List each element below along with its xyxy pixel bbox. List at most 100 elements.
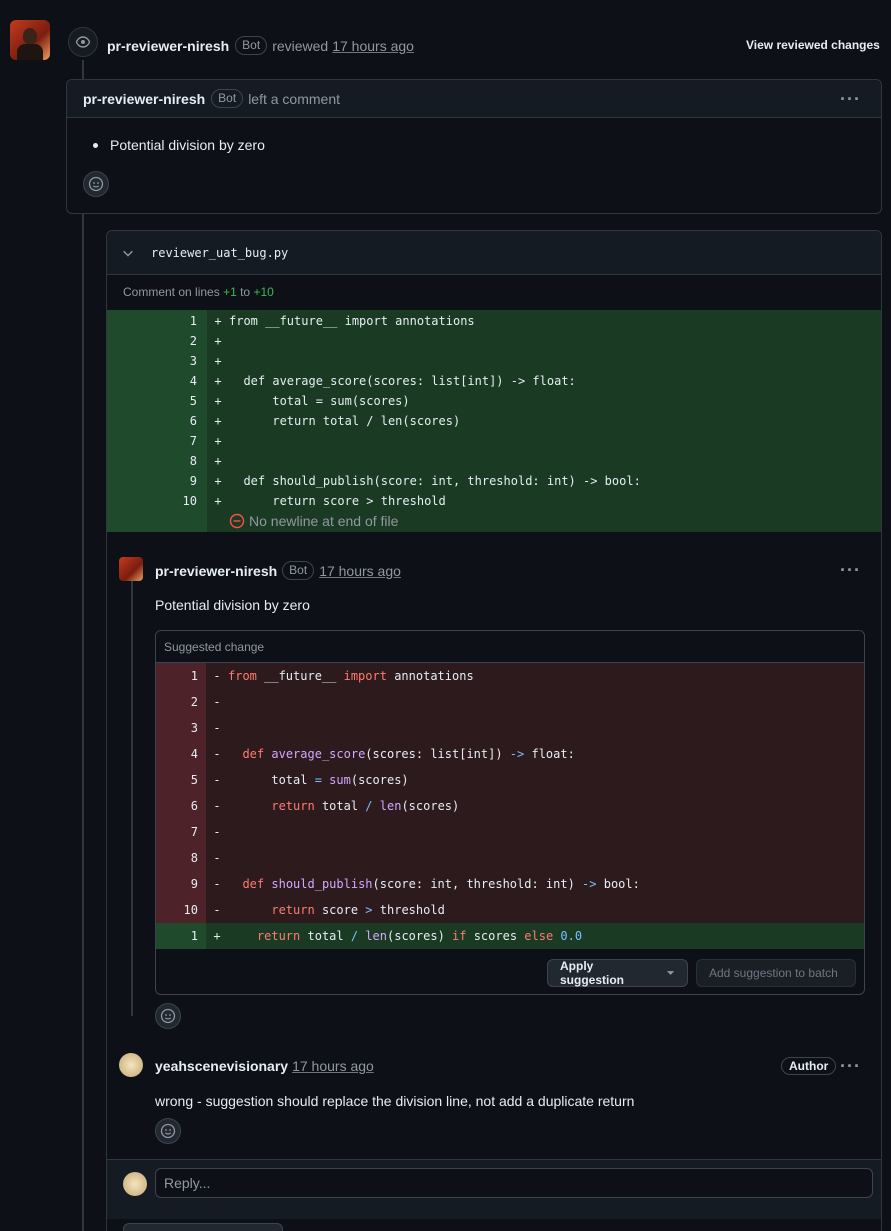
line-number: 8 xyxy=(156,845,206,871)
diff-line: 8 + xyxy=(107,451,881,471)
file-name[interactable]: reviewer_uat_bug.py xyxy=(151,246,288,260)
add-reaction-button[interactable] xyxy=(83,171,109,197)
eye-icon xyxy=(68,27,98,57)
author-badge: Author xyxy=(781,1057,837,1075)
diff-sign: + xyxy=(213,929,221,943)
code-text: return total / len(scores) if scores els… xyxy=(256,929,583,943)
event-action: reviewed xyxy=(272,37,329,54)
bullet-icon xyxy=(93,142,98,148)
review-thread: reviewer_uat_bug.py Comment on lines +1 … xyxy=(106,230,882,1231)
diff-sign: - xyxy=(213,669,221,683)
smiley-icon xyxy=(160,1123,176,1139)
diff-sign: - xyxy=(213,799,221,813)
diff-hunk: 1 + from __future__ import annotations 2 +3 +… xyxy=(107,310,881,532)
suggested-change-label: Suggested change xyxy=(156,631,864,663)
code-text: return total / len(scores) xyxy=(229,414,461,428)
file-header[interactable]: reviewer_uat_bug.py xyxy=(107,231,881,275)
apply-suggestion-button[interactable]: Apply suggestion xyxy=(547,959,688,987)
avatar[interactable] xyxy=(119,557,143,581)
added-line: 1 + return total / len(scores) if scores … xyxy=(156,923,864,949)
diff-sign: - xyxy=(213,851,221,865)
code-text: def average_score(scores: list[int]) -> … xyxy=(242,747,575,761)
add-to-batch-button[interactable]: Add suggestion to batch xyxy=(696,959,856,987)
chevron-down-icon[interactable] xyxy=(121,246,135,260)
smiley-icon xyxy=(160,1008,176,1024)
line-number[interactable]: 10 xyxy=(107,494,207,508)
line-number: 4 xyxy=(156,741,206,767)
diff-line: 6 + return total / len(scores) xyxy=(107,411,881,431)
deleted-line: 5- total = sum(scores) xyxy=(156,767,864,793)
diff-sign: - xyxy=(213,903,221,917)
review-comment-box: pr-reviewer-niresh Bot left a comment ··… xyxy=(66,79,882,214)
avatar[interactable] xyxy=(119,1053,143,1077)
diff-sign: - xyxy=(213,877,221,891)
more-options-icon[interactable]: ··· xyxy=(840,89,861,110)
suggested-change-box: Suggested change 1- from __future__ impor… xyxy=(155,630,865,995)
comment-bullet-text: Potential division by zero xyxy=(110,137,265,153)
diff-sign: - xyxy=(213,825,221,839)
view-reviewed-changes-link[interactable]: View reviewed changes xyxy=(746,38,880,52)
add-reaction-button[interactable] xyxy=(155,1003,181,1029)
line-number: 2 xyxy=(156,689,206,715)
more-options-icon[interactable]: ··· xyxy=(840,560,861,581)
code-text: total = sum(scores) xyxy=(229,394,410,408)
diff-line: 2 + xyxy=(107,331,881,351)
diff-sign: + xyxy=(214,354,222,368)
diff-sign: + xyxy=(214,374,222,388)
diff-line: 1 + from __future__ import annotations xyxy=(107,311,881,331)
diff-line: 4 + def average_score(scores: list[int]) … xyxy=(107,371,881,391)
timestamp-link[interactable]: 17 hours ago xyxy=(292,1058,374,1074)
caret-down-icon xyxy=(666,971,675,975)
line-number[interactable]: 1 xyxy=(107,314,207,328)
add-reaction-button[interactable] xyxy=(155,1118,181,1144)
username-link[interactable]: yeahscenevisionary xyxy=(155,1058,288,1074)
reply-input[interactable]: Reply... xyxy=(155,1168,873,1198)
deleted-line: 6- return total / len(scores) xyxy=(156,793,864,819)
diff-line: 3 + xyxy=(107,351,881,371)
line-number[interactable]: 6 xyxy=(107,414,207,428)
deleted-line: 9- def should_publish(score: int, thresh… xyxy=(156,871,864,897)
line-number: 1 xyxy=(156,663,206,689)
line-number[interactable]: 3 xyxy=(107,354,207,368)
username-link[interactable]: pr-reviewer-niresh xyxy=(155,563,277,579)
line-number[interactable]: 5 xyxy=(107,394,207,408)
diff-sign: + xyxy=(214,314,222,328)
line-number: 3 xyxy=(156,715,206,741)
diff-line: 9 + def should_publish(score: int, thresh… xyxy=(107,471,881,491)
code-text: return score > threshold xyxy=(229,494,446,508)
code-text: total = sum(scores) xyxy=(228,773,409,787)
comment-header: pr-reviewer-niresh Bot 17 hours ago xyxy=(155,561,401,580)
diff-sign: - xyxy=(213,721,221,735)
review-event-header: pr-reviewer-niresh Bot reviewed 17 hours… xyxy=(107,36,414,55)
line-number: 1 xyxy=(156,923,206,949)
username-link[interactable]: pr-reviewer-niresh xyxy=(107,38,229,54)
line-number: 6 xyxy=(156,793,206,819)
timestamp-link[interactable]: 17 hours ago xyxy=(319,563,401,579)
line-number: 9 xyxy=(156,871,206,897)
line-number[interactable]: 7 xyxy=(107,434,207,448)
more-options-icon[interactable]: ··· xyxy=(840,1056,861,1077)
deleted-line: 8- xyxy=(156,845,864,871)
line-number: 7 xyxy=(156,819,206,845)
line-number[interactable]: 9 xyxy=(107,474,207,488)
timestamp-link[interactable]: 17 hours ago xyxy=(332,38,414,54)
no-entry-icon xyxy=(229,513,245,529)
deleted-line: 3- xyxy=(156,715,864,741)
diff-sign: + xyxy=(214,434,222,448)
diff-sign: + xyxy=(214,474,222,488)
avatar xyxy=(123,1172,147,1196)
smiley-icon xyxy=(88,176,104,192)
resolve-button[interactable] xyxy=(123,1223,283,1231)
line-number[interactable]: 4 xyxy=(107,374,207,388)
line-number[interactable]: 8 xyxy=(107,454,207,468)
comment-lines-header: Comment on lines +1 to +10 xyxy=(107,275,881,309)
diff-sign: + xyxy=(214,394,222,408)
diff-sign: - xyxy=(213,773,221,787)
comment-action: left a comment xyxy=(248,90,341,107)
code-text: def should_publish(score: int, threshold… xyxy=(242,877,640,891)
avatar[interactable] xyxy=(10,20,50,60)
diff-sign: + xyxy=(214,454,222,468)
line-number[interactable]: 2 xyxy=(107,334,207,348)
username-link[interactable]: pr-reviewer-niresh xyxy=(83,91,205,107)
comment-body: wrong - suggestion should replace the di… xyxy=(155,1093,635,1109)
